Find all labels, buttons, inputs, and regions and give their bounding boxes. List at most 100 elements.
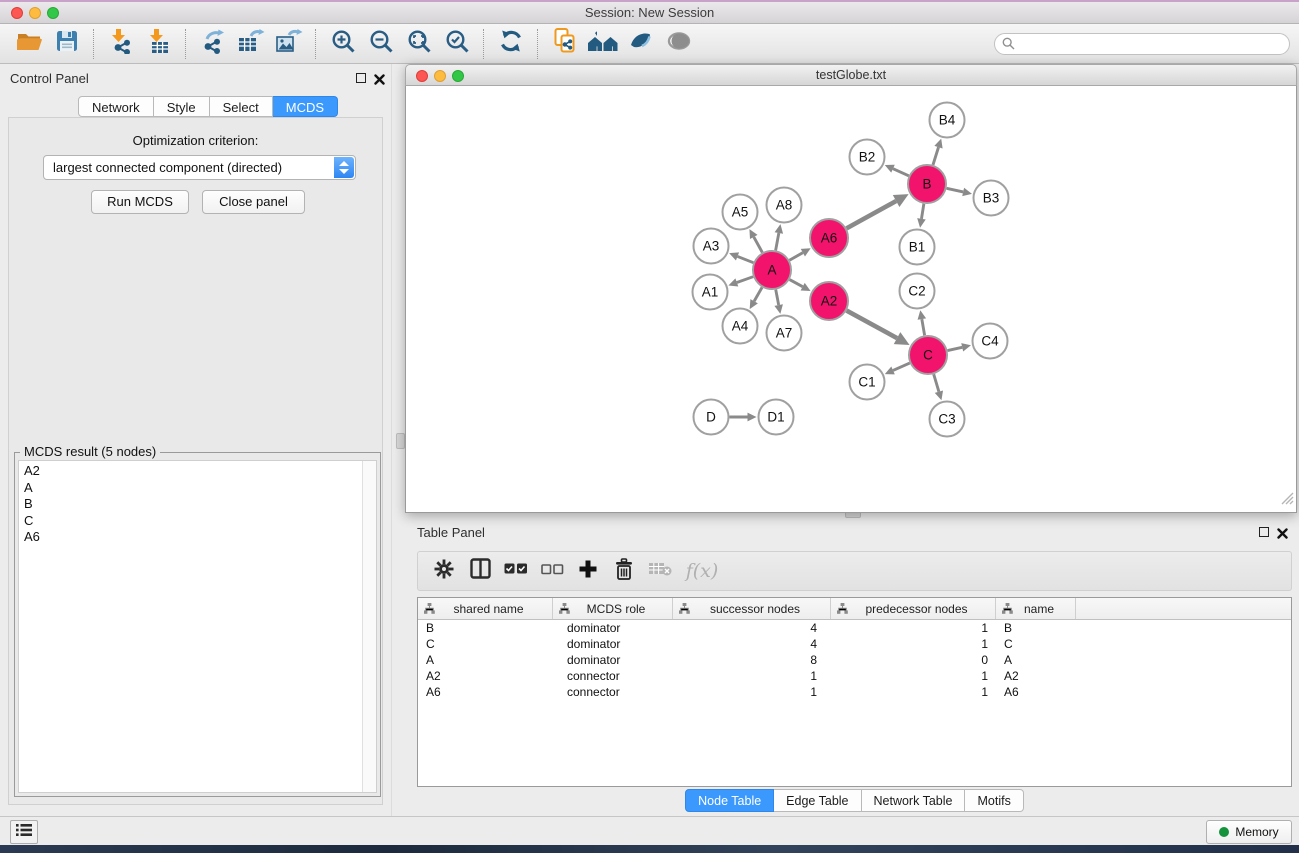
- graph-node-A1[interactable]: A1: [693, 275, 728, 310]
- tab-edge-table[interactable]: Edge Table: [774, 789, 861, 812]
- export-table-button[interactable]: [234, 28, 268, 60]
- graph-node-C1[interactable]: C1: [850, 365, 885, 400]
- table-panel-float-button[interactable]: [1258, 526, 1270, 538]
- column-header[interactable]: successor nodes: [673, 598, 831, 619]
- zoom-selected-button[interactable]: [440, 28, 474, 60]
- graph-node-A7[interactable]: A7: [767, 316, 802, 351]
- result-item[interactable]: A: [19, 480, 376, 497]
- table-panel-close-button[interactable]: [1277, 526, 1289, 538]
- home-button[interactable]: [586, 28, 620, 60]
- vertical-divider-grip[interactable]: [396, 433, 405, 449]
- zoom-out-button[interactable]: [364, 28, 398, 60]
- graph-edge-B-B4[interactable]: [933, 139, 943, 165]
- tab-motifs[interactable]: Motifs: [965, 789, 1023, 812]
- open-session-button[interactable]: [12, 28, 46, 60]
- result-item[interactable]: B: [19, 496, 376, 513]
- graph-edge-C-C4[interactable]: [948, 343, 971, 351]
- graph-node-C2[interactable]: C2: [900, 274, 935, 309]
- graph-edge-A-A4[interactable]: [750, 287, 762, 309]
- style-preview-button[interactable]: [624, 28, 658, 60]
- graph-edge-D-D1[interactable]: [730, 413, 757, 422]
- table-row[interactable]: Bdominator41B: [418, 620, 1291, 636]
- table-row[interactable]: A6connector11A6: [418, 684, 1291, 700]
- graph-node-A4[interactable]: A4: [723, 309, 758, 344]
- graph-edge-B-B2[interactable]: [885, 165, 909, 176]
- select-all-button[interactable]: [498, 555, 534, 587]
- table-row[interactable]: A2connector11A2: [418, 668, 1291, 684]
- tab-network-table[interactable]: Network Table: [862, 789, 966, 812]
- table-row[interactable]: Adominator80A: [418, 652, 1291, 668]
- run-mcds-button[interactable]: Run MCDS: [91, 190, 189, 214]
- task-history-button[interactable]: [10, 820, 38, 844]
- delete-column-button[interactable]: [606, 555, 642, 587]
- tab-mcds[interactable]: MCDS: [273, 96, 338, 117]
- memory-button[interactable]: Memory: [1206, 820, 1292, 844]
- search-field[interactable]: [994, 33, 1290, 55]
- result-item[interactable]: A6: [19, 529, 376, 546]
- function-builder-button[interactable]: f(x): [678, 555, 726, 587]
- criterion-select[interactable]: largest connected component (directed): [43, 155, 356, 180]
- result-scrollbar[interactable]: [362, 461, 376, 792]
- zoom-fit-button[interactable]: [402, 28, 436, 60]
- graph-node-A2[interactable]: A2: [810, 282, 848, 320]
- graph-edge-C-C3[interactable]: [934, 374, 943, 400]
- control-panel-close-button[interactable]: [374, 72, 386, 84]
- graph-node-D1[interactable]: D1: [759, 400, 794, 435]
- graph-node-A[interactable]: A: [753, 251, 791, 289]
- tab-select[interactable]: Select: [210, 96, 273, 117]
- add-column-button[interactable]: [570, 555, 606, 587]
- clone-network-button[interactable]: [548, 28, 582, 60]
- graph-edge-A-A3[interactable]: [729, 252, 753, 262]
- delete-table-button[interactable]: [642, 555, 678, 587]
- table-settings-button[interactable]: [426, 555, 462, 587]
- export-network-button[interactable]: [196, 28, 230, 60]
- graph-edge-A-A5[interactable]: [749, 229, 762, 252]
- graph-edge-A-A6[interactable]: [789, 248, 810, 260]
- deselect-all-button[interactable]: [534, 555, 570, 587]
- graph-edge-A-A8[interactable]: [775, 224, 783, 250]
- import-network-button[interactable]: [104, 28, 138, 60]
- graph-edge-B-B3[interactable]: [947, 188, 972, 196]
- graph-node-B3[interactable]: B3: [974, 181, 1009, 216]
- graph-node-A6[interactable]: A6: [810, 219, 848, 257]
- graph-node-C4[interactable]: C4: [973, 324, 1008, 359]
- column-header[interactable]: shared name: [418, 598, 553, 619]
- graph-edge-B-B1[interactable]: [917, 204, 926, 228]
- column-header[interactable]: predecessor nodes: [831, 598, 996, 619]
- network-canvas[interactable]: B4B2BB3A8A5A6A3B1AA1C2A2A4A7C4CC1DD1C3: [405, 86, 1297, 513]
- save-session-button[interactable]: [50, 28, 84, 60]
- control-panel-float-button[interactable]: [355, 72, 367, 84]
- graph-edge-A6-B[interactable]: [847, 194, 909, 228]
- graph-node-D[interactable]: D: [694, 400, 729, 435]
- network-graph[interactable]: B4B2BB3A8A5A6A3B1AA1C2A2A4A7C4CC1DD1C3: [406, 86, 1296, 511]
- graph-node-A3[interactable]: A3: [694, 229, 729, 264]
- zoom-in-button[interactable]: [326, 28, 360, 60]
- show-hide-button[interactable]: [662, 28, 696, 60]
- column-header[interactable]: MCDS role: [553, 598, 673, 619]
- graph-node-B1[interactable]: B1: [900, 230, 935, 265]
- graph-node-C3[interactable]: C3: [930, 402, 965, 437]
- graph-edge-A-A2[interactable]: [790, 280, 811, 291]
- search-input[interactable]: [1021, 35, 1285, 55]
- table-row[interactable]: Cdominator41C: [418, 636, 1291, 652]
- graph-node-C[interactable]: C: [909, 336, 947, 374]
- graph-node-B2[interactable]: B2: [850, 140, 885, 175]
- result-item[interactable]: C: [19, 513, 376, 530]
- refresh-view-button[interactable]: [494, 28, 528, 60]
- tab-style[interactable]: Style: [154, 96, 210, 117]
- export-image-button[interactable]: [272, 28, 306, 60]
- tab-network[interactable]: Network: [78, 96, 154, 117]
- column-header[interactable]: name: [996, 598, 1076, 619]
- graph-edge-C-C2[interactable]: [918, 310, 927, 335]
- result-item[interactable]: A2: [19, 463, 376, 480]
- graph-node-A8[interactable]: A8: [767, 188, 802, 223]
- graph-edge-A-A7[interactable]: [774, 290, 782, 314]
- close-panel-button[interactable]: Close panel: [202, 190, 305, 214]
- resize-grip-icon[interactable]: [1281, 492, 1294, 510]
- tab-node-table[interactable]: Node Table: [685, 789, 774, 812]
- network-window-titlebar[interactable]: testGlobe.txt: [405, 64, 1297, 86]
- import-table-button[interactable]: [142, 28, 176, 60]
- graph-edge-A2-C[interactable]: [847, 311, 910, 345]
- graph-node-A5[interactable]: A5: [723, 195, 758, 230]
- graph-edge-C-C1[interactable]: [885, 363, 910, 374]
